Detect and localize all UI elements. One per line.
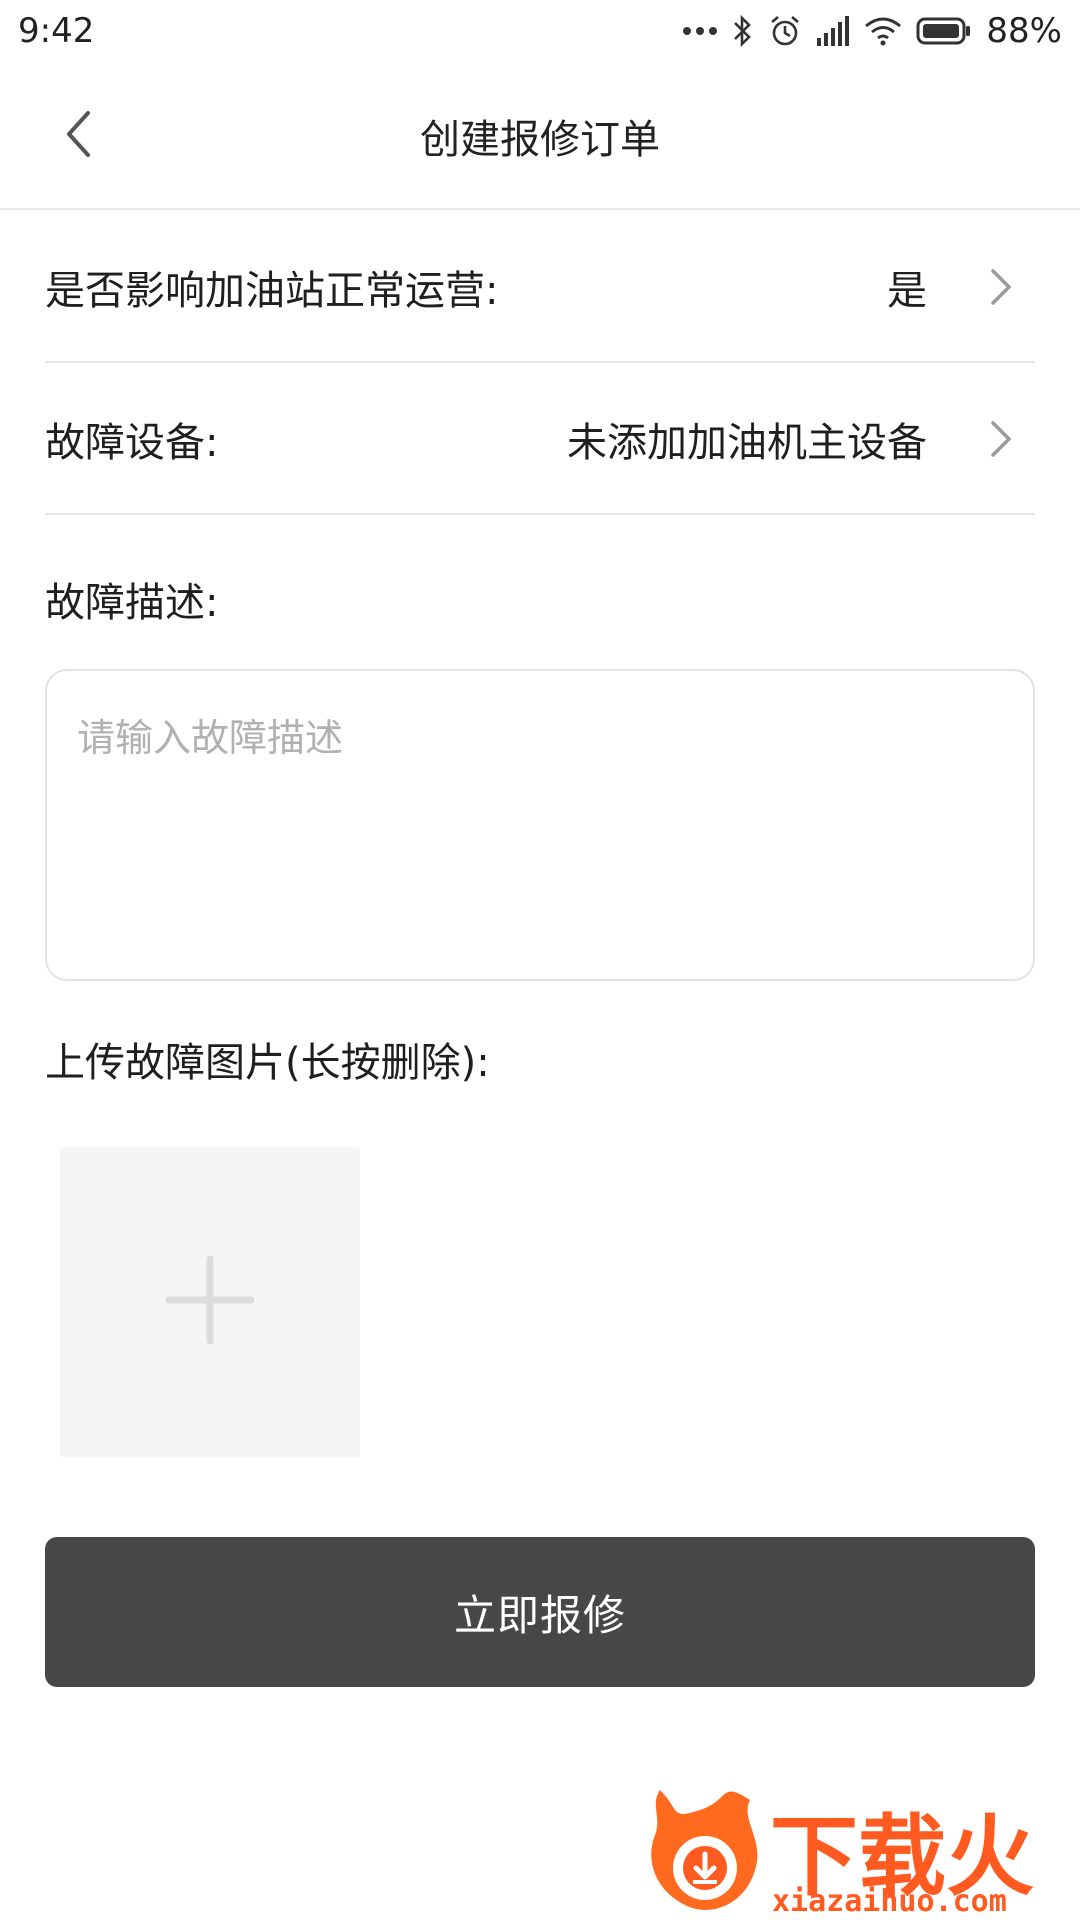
fault-description-input[interactable]	[45, 669, 1035, 981]
watermark-logo: 下载火 xiazaihuo.com	[640, 1780, 1080, 1920]
watermark-domain: xiazaihuo.com	[772, 1884, 1007, 1919]
status-time: 9:42	[18, 11, 95, 51]
signal-icon	[816, 16, 850, 46]
affects-operation-value: 是	[887, 268, 927, 314]
plus-icon	[165, 1255, 255, 1349]
battery-icon	[916, 17, 972, 45]
fault-device-label: 故障设备:	[45, 420, 219, 466]
fault-description-label: 故障描述:	[45, 580, 219, 626]
app-header: 创建报修订单	[0, 62, 1080, 210]
repair-order-page: 9:42 88% 创建报修订单 是否影响加油站正常运营: 是 故障设备: 未添加…	[0, 0, 1080, 1920]
fault-device-value: 未添加加油机主设备	[567, 420, 927, 466]
wifi-icon	[864, 16, 902, 46]
submit-repair-button[interactable]: 立即报修	[45, 1537, 1035, 1687]
status-bar: 9:42 88%	[0, 0, 1080, 62]
chevron-right-icon	[981, 265, 1021, 309]
add-image-button[interactable]	[60, 1147, 360, 1457]
page-title: 创建报修订单	[420, 117, 660, 163]
affects-operation-label: 是否影响加油站正常运营:	[45, 268, 499, 314]
upload-images-label: 上传故障图片(长按删除):	[45, 1040, 490, 1086]
more-dots-icon	[682, 25, 718, 37]
affects-operation-row[interactable]: 是否影响加油站正常运营: 是	[45, 213, 1035, 363]
battery-percent: 88%	[986, 11, 1062, 51]
bluetooth-icon	[732, 14, 754, 48]
fault-device-row[interactable]: 故障设备: 未添加加油机主设备	[45, 365, 1035, 515]
chevron-right-icon	[981, 417, 1021, 461]
status-icons: 88%	[682, 11, 1062, 51]
alarm-icon	[768, 14, 802, 48]
flame-logo-icon	[640, 1780, 770, 1920]
